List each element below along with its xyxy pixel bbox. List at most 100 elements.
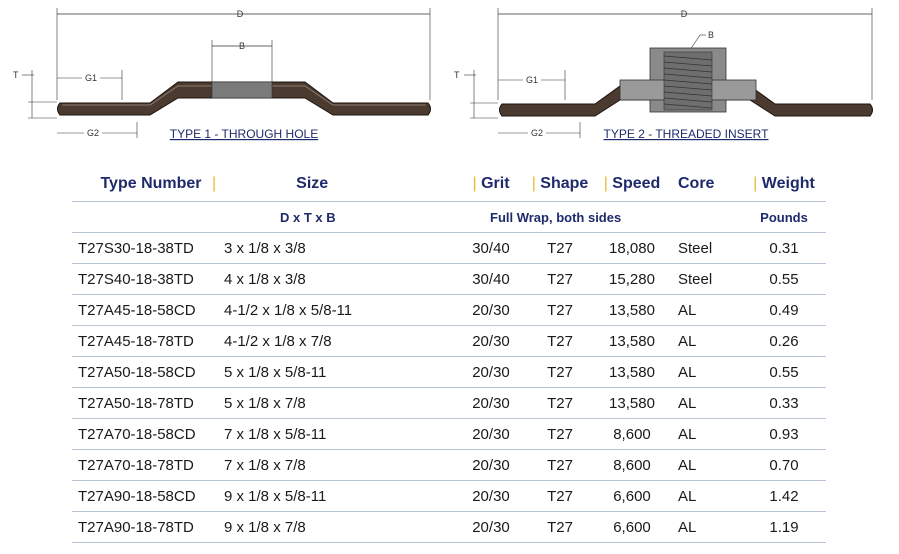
cell-grit: 20/30 <box>454 480 528 512</box>
cell-speed: 8,600 <box>592 418 672 450</box>
cell-shape: T27 <box>528 387 592 419</box>
cell-core: AL <box>672 449 742 481</box>
cell-size: 5 x 1/8 x 5/8-11 <box>224 356 454 388</box>
cell-weight: 0.70 <box>742 449 826 481</box>
cell-size: 4-1/2 x 1/8 x 7/8 <box>224 325 454 357</box>
type1-d-label: D <box>237 9 244 19</box>
type2-d-label: D <box>681 9 688 19</box>
cell-speed: 13,580 <box>592 325 672 357</box>
cell-weight: 0.55 <box>742 356 826 388</box>
cell-core: Steel <box>672 263 742 295</box>
table-row: T27S40-18-38TD 4 x 1/8 x 3/8 30/40 T27 15,28… <box>72 263 826 295</box>
cell-weight: 0.93 <box>742 418 826 450</box>
cell-shape: T27 <box>528 480 592 512</box>
cell-type-number: T27A45-18-78TD <box>72 325 224 357</box>
type1-drawing: D B T G1 G2 TYPE 1 - THROUGH HOLE <box>13 8 431 141</box>
cell-size: 7 x 1/8 x 5/8-11 <box>224 418 454 450</box>
cell-weight: 0.26 <box>742 325 826 357</box>
cell-size: 4-1/2 x 1/8 x 5/8-11 <box>224 294 454 326</box>
subheader-size: D x T x B <box>224 201 454 233</box>
header-sep-2: | <box>472 175 477 192</box>
cell-shape: T27 <box>528 449 592 481</box>
cell-shape: T27 <box>528 511 592 543</box>
specification-table: Type Number | Size | Grit | Shape | Speed… <box>72 167 826 543</box>
cell-type-number: T27A50-18-78TD <box>72 387 224 419</box>
cell-type-number: T27A90-18-78TD <box>72 511 224 543</box>
cell-grit: 20/30 <box>454 356 528 388</box>
cell-core: AL <box>672 325 742 357</box>
table-row: T27A70-18-58CD 7 x 1/8 x 5/8-11 20/30 T27 8,… <box>72 418 826 450</box>
cell-shape: T27 <box>528 232 592 264</box>
table-row: T27A90-18-78TD 9 x 1/8 x 7/8 20/30 T27 6,600… <box>72 511 826 543</box>
cell-core: AL <box>672 356 742 388</box>
cell-speed: 13,580 <box>592 356 672 388</box>
cell-type-number: T27A50-18-58CD <box>72 356 224 388</box>
cell-grit: 20/30 <box>454 418 528 450</box>
header-speed: | Speed <box>603 175 661 192</box>
table-row: T27A70-18-78TD 7 x 1/8 x 7/8 20/30 T27 8,600… <box>72 449 826 481</box>
cell-grit: 20/30 <box>454 387 528 419</box>
table-row: T27A50-18-78TD 5 x 1/8 x 7/8 20/30 T27 13,58… <box>72 387 826 419</box>
table-row: T27A50-18-58CD 5 x 1/8 x 5/8-11 20/30 T27 13… <box>72 356 826 388</box>
cell-grit: 30/40 <box>454 263 528 295</box>
cell-type-number: T27A70-18-78TD <box>72 449 224 481</box>
header-sep-1: | <box>212 175 217 192</box>
header-type-number: Type Number <box>100 175 202 192</box>
type1-b-label: B <box>239 41 245 51</box>
cell-speed: 8,600 <box>592 449 672 481</box>
type1-diagram: D B T G1 G2 TYPE 1 - THROUGH HOLE <box>0 0 450 150</box>
header-sep-3: | <box>531 175 536 192</box>
cell-size: 5 x 1/8 x 7/8 <box>224 387 454 419</box>
cell-grit: 20/30 <box>454 294 528 326</box>
header-weight: | Weight <box>753 175 815 192</box>
cell-weight: 0.49 <box>742 294 826 326</box>
cell-core: AL <box>672 294 742 326</box>
cell-speed: 13,580 <box>592 294 672 326</box>
cell-grit: 20/30 <box>454 511 528 543</box>
cell-speed: 18,080 <box>592 232 672 264</box>
type2-caption: TYPE 2 - THREADED INSERT <box>604 127 770 141</box>
cell-size: 7 x 1/8 x 7/8 <box>224 449 454 481</box>
cell-type-number: T27S40-18-38TD <box>72 263 224 295</box>
cell-size: 9 x 1/8 x 5/8-11 <box>224 480 454 512</box>
type2-t-label: T <box>454 70 460 80</box>
cell-weight: 0.31 <box>742 232 826 264</box>
cell-size: 3 x 1/8 x 3/8 <box>224 232 454 264</box>
table-row: T27A90-18-58CD 9 x 1/8 x 5/8-11 20/30 T27 6,… <box>72 480 826 512</box>
type1-caption: TYPE 1 - THROUGH HOLE <box>170 127 318 141</box>
cell-core: AL <box>672 511 742 543</box>
subheader-weight: Pounds <box>742 201 826 233</box>
cell-type-number: T27S30-18-38TD <box>72 232 224 264</box>
cell-speed: 6,600 <box>592 511 672 543</box>
cell-type-number: T27A45-18-58CD <box>72 294 224 326</box>
cell-shape: T27 <box>528 294 592 326</box>
header-row: Type Number | Size | Grit | Shape | Speed… <box>72 167 826 202</box>
header-core: Core <box>678 175 715 192</box>
subheader-grit-shape: Full Wrap, both sides <box>454 201 672 233</box>
type1-t-label: T <box>13 70 19 80</box>
type1-g2-label: G2 <box>87 128 99 138</box>
type2-g1-label: G1 <box>526 75 538 85</box>
cell-speed: 15,280 <box>592 263 672 295</box>
type1-g1-label: G1 <box>85 73 97 83</box>
header-sep-5: | <box>753 175 758 192</box>
cell-speed: 13,580 <box>592 387 672 419</box>
type2-g2-label: G2 <box>531 128 543 138</box>
table-row: T27S30-18-38TD 3 x 1/8 x 3/8 30/40 T27 18,08… <box>72 232 826 264</box>
table-row: T27A45-18-58CD 4-1/2 x 1/8 x 5/8-11 20/30 T… <box>72 294 826 326</box>
cell-weight: 1.19 <box>742 511 826 543</box>
cell-core: Steel <box>672 232 742 264</box>
cell-grit: 20/30 <box>454 325 528 357</box>
cell-grit: 20/30 <box>454 449 528 481</box>
cell-size: 9 x 1/8 x 7/8 <box>224 511 454 543</box>
type2-b-label: B <box>708 30 714 40</box>
cell-weight: 0.33 <box>742 387 826 419</box>
cell-grit: 30/40 <box>454 232 528 264</box>
cell-core: AL <box>672 480 742 512</box>
table-row: T27A45-18-78TD 4-1/2 x 1/8 x 7/8 20/30 T27 1… <box>72 325 826 357</box>
cell-type-number: T27A70-18-58CD <box>72 418 224 450</box>
header-size: | Size <box>212 175 329 192</box>
cell-shape: T27 <box>528 356 592 388</box>
header-sep-4: | <box>603 175 608 192</box>
cell-speed: 6,600 <box>592 480 672 512</box>
